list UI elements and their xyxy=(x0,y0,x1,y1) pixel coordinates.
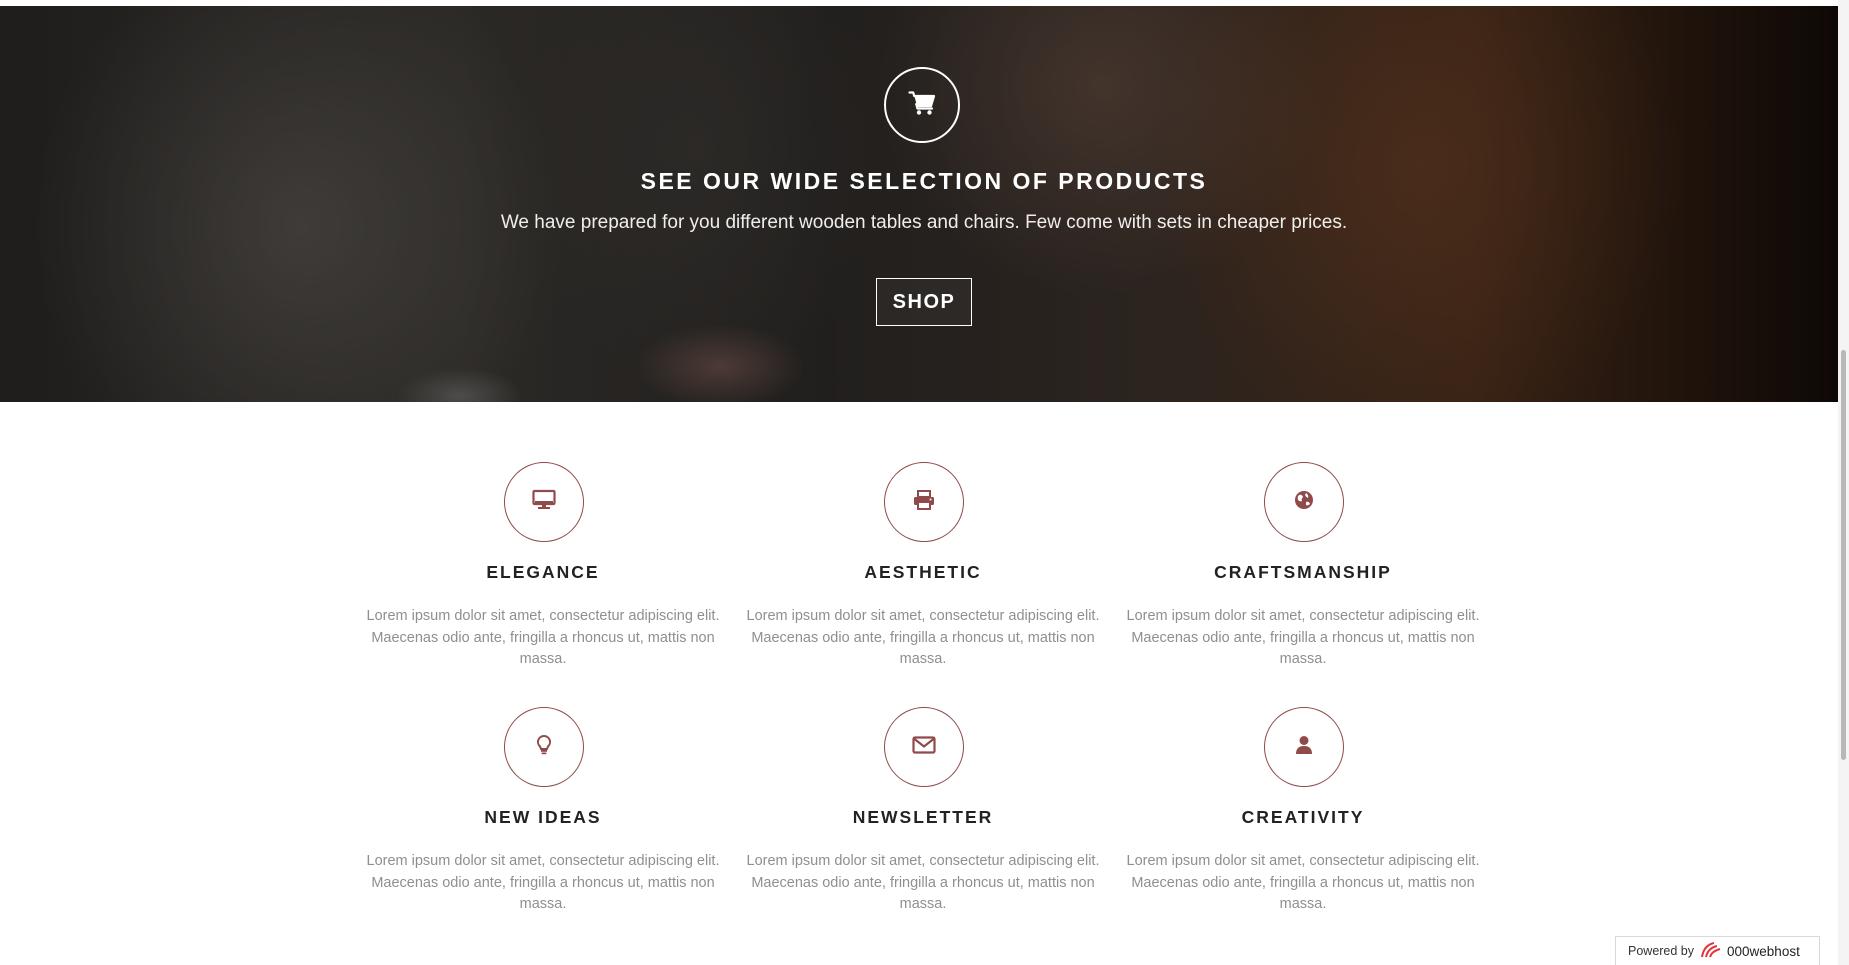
hero-overlay xyxy=(0,6,1838,402)
user-icon xyxy=(1295,735,1313,760)
feature-description: Lorem ipsum dolor sit amet, consectetur … xyxy=(1126,853,1480,912)
hero-subtitle: We have prepared for you different woode… xyxy=(500,212,1348,233)
feature-title: AESTHETIC xyxy=(864,562,982,582)
feature-icon-circle xyxy=(1264,707,1344,787)
globe-icon xyxy=(1294,490,1314,515)
desktop-icon xyxy=(532,489,556,516)
feature-description: Lorem ipsum dolor sit amet, consectetur … xyxy=(746,608,1100,667)
shopping-cart-icon xyxy=(908,90,936,121)
hero-title: SEE OUR WIDE SELECTION OF PRODUCTS xyxy=(640,168,1208,194)
feature-icon-circle xyxy=(504,707,584,787)
feature-icon-circle xyxy=(1264,462,1344,542)
feature-title: CREATIVITY xyxy=(1241,807,1365,827)
vertical-scrollbar[interactable] xyxy=(1838,0,1849,965)
badge-brand: 000webhost xyxy=(1727,943,1800,959)
feature-icon-circle xyxy=(884,462,964,542)
badge-label: Powered by xyxy=(1628,944,1695,958)
page-content: SEE OUR WIDE SELECTION OF PRODUCTS We ha… xyxy=(0,0,1838,965)
feature-description: Lorem ipsum dolor sit amet, consectetur … xyxy=(366,608,720,667)
feature-icon-circle xyxy=(504,462,584,542)
hero-section: SEE OUR WIDE SELECTION OF PRODUCTS We ha… xyxy=(0,6,1838,402)
webhost-logo-icon xyxy=(1700,941,1724,962)
feature-title: ELEGANCE xyxy=(486,562,600,582)
lightbulb-icon xyxy=(536,734,552,761)
printer-icon xyxy=(913,489,935,515)
hero-icon-circle xyxy=(884,67,960,143)
scrollbar-thumb[interactable] xyxy=(1841,350,1846,760)
feature-description: Lorem ipsum dolor sit amet, consectetur … xyxy=(1126,608,1480,667)
feature-title: NEW IDEAS xyxy=(484,807,602,827)
feature-description: Lorem ipsum dolor sit amet, consectetur … xyxy=(366,853,720,912)
powered-by-badge[interactable]: Powered by 000webhost xyxy=(1615,936,1820,965)
page: SEE OUR WIDE SELECTION OF PRODUCTS We ha… xyxy=(0,0,1849,965)
shop-button[interactable]: SHOP xyxy=(876,278,972,326)
feature-description: Lorem ipsum dolor sit amet, consectetur … xyxy=(746,853,1100,912)
feature-icon-circle xyxy=(884,707,964,787)
feature-title: NEWSLETTER xyxy=(852,807,994,827)
envelope-icon xyxy=(912,735,936,759)
feature-title: CRAFTSMANSHIP xyxy=(1214,562,1392,582)
